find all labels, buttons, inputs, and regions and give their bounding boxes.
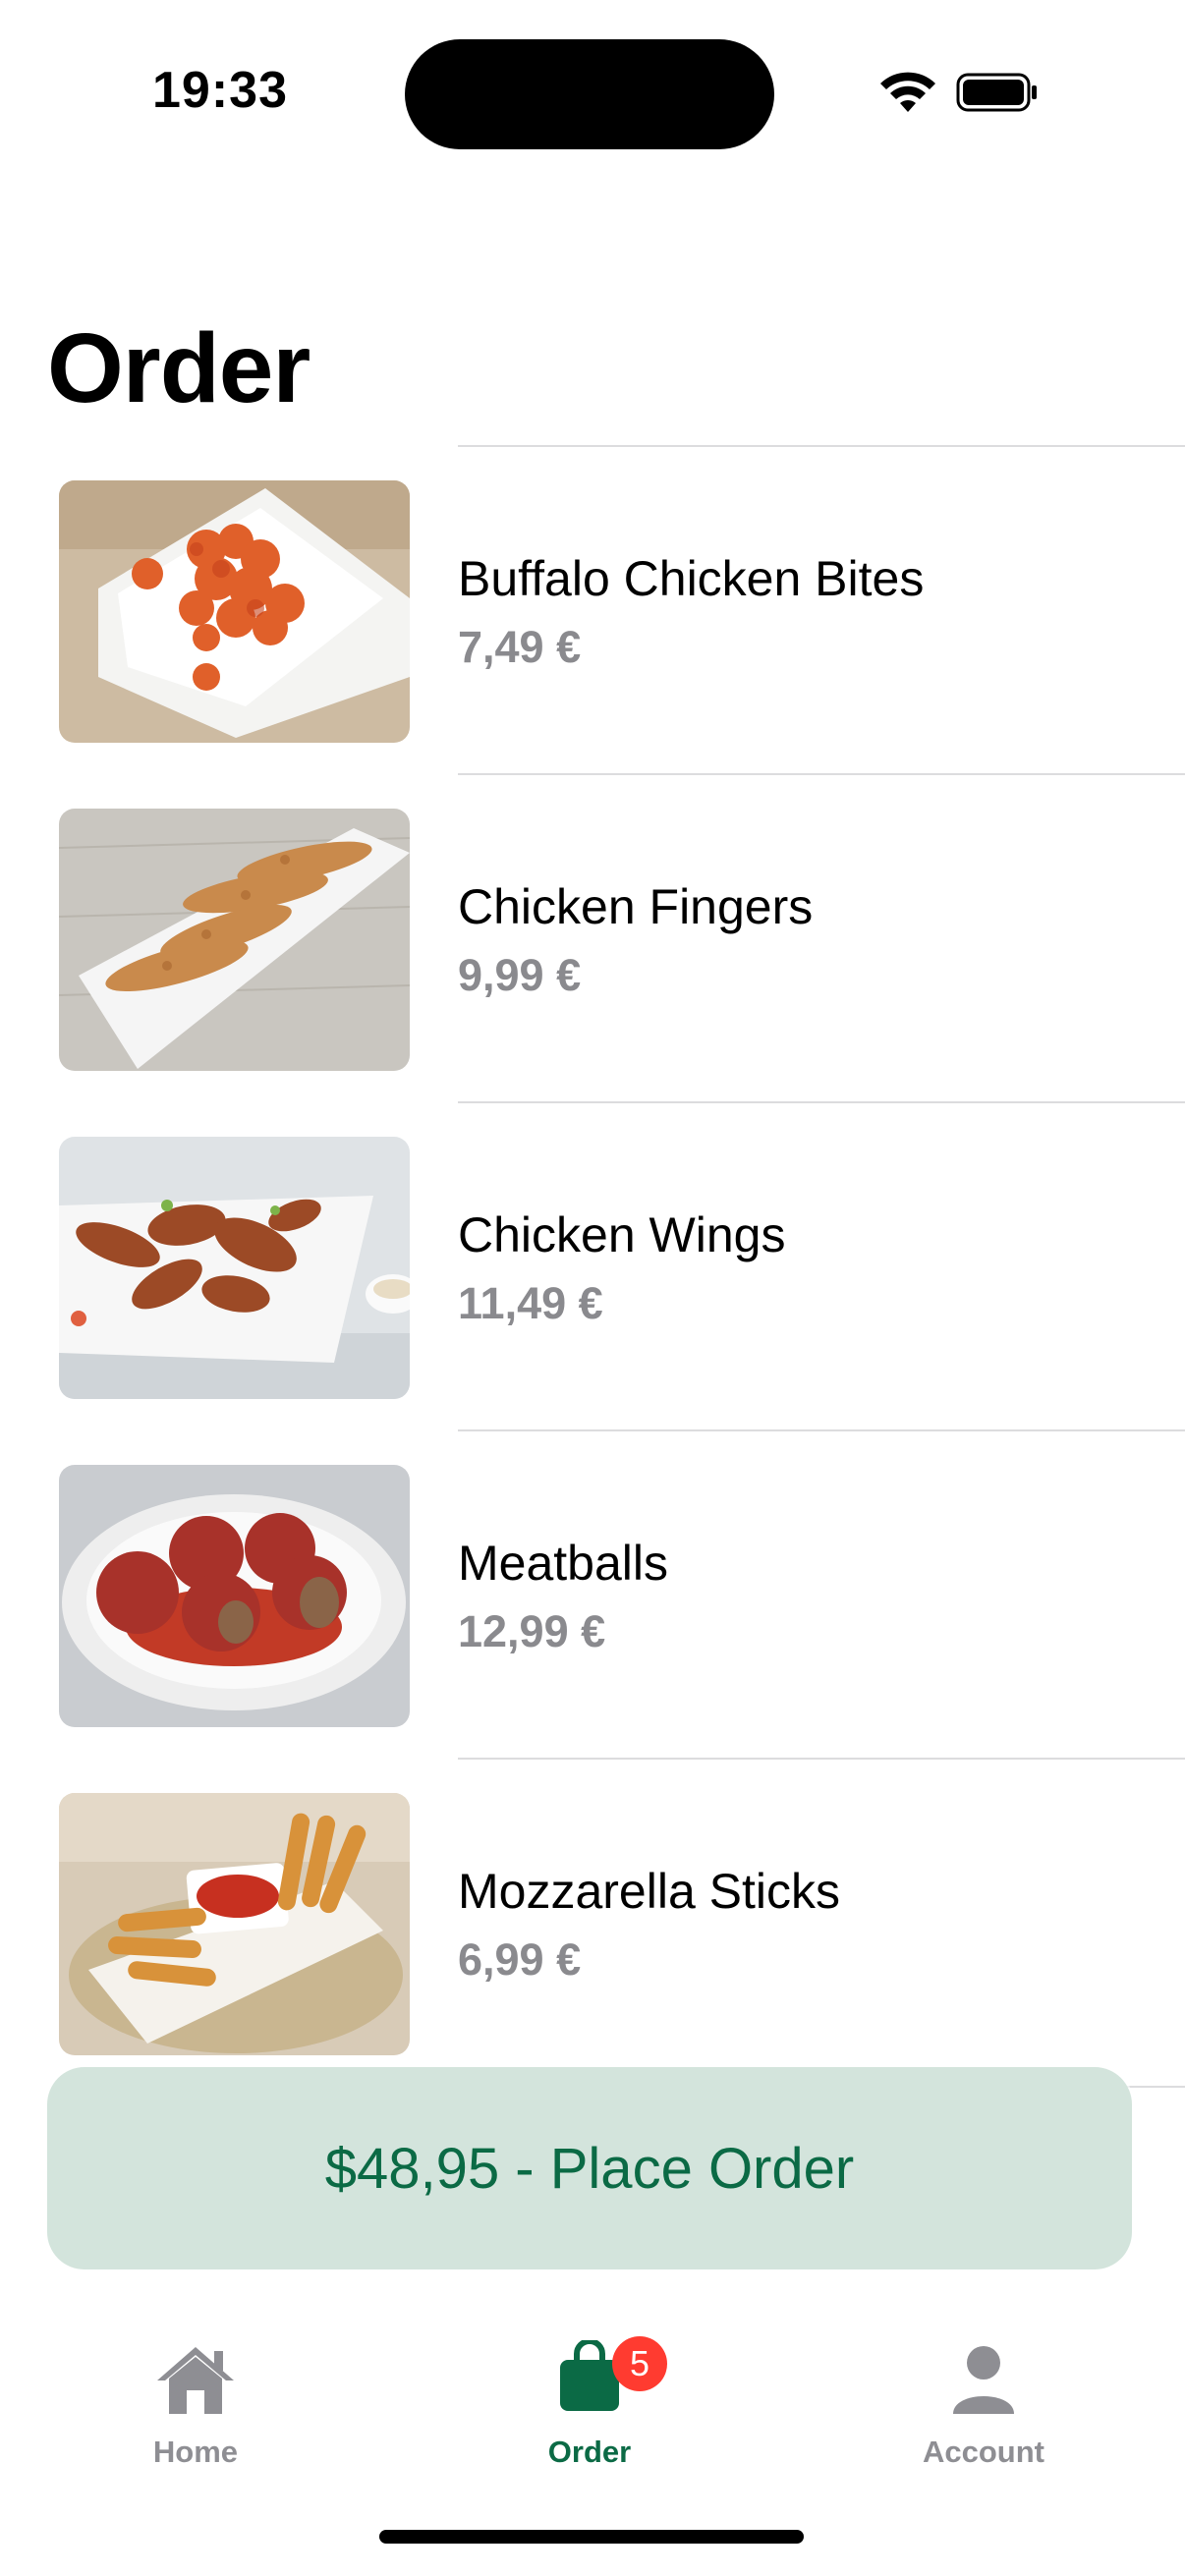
list-item[interactable]: Buffalo Chicken Bites 7,49 € (0, 447, 1185, 775)
shopping-bag-icon (560, 2340, 619, 2411)
tab-order[interactable]: 5 Order (442, 2299, 737, 2486)
item-price: 7,49 € (458, 622, 582, 672)
dynamic-island (405, 39, 774, 149)
person-icon (953, 2346, 1014, 2414)
item-price: 11,49 € (458, 1278, 603, 1328)
place-order-label: $48,95 - Place Order (324, 2136, 855, 2201)
item-name: Meatballs (458, 1536, 668, 1591)
chicken-fingers-image (59, 809, 410, 1071)
tab-bar: Home 5 Order Account (0, 2299, 1185, 2495)
house-icon (157, 2347, 234, 2414)
mozzarella-sticks-image (59, 1793, 410, 2055)
tab-account[interactable]: Account (836, 2299, 1131, 2486)
list-item[interactable]: Mozzarella Sticks 6,99 € (0, 1760, 1185, 2088)
buffalo-chicken-bites-image (59, 480, 410, 743)
status-time: 19:33 (152, 62, 288, 119)
home-indicator[interactable] (379, 2530, 804, 2544)
tab-home[interactable]: Home (48, 2299, 343, 2486)
meatballs-image (59, 1465, 410, 1727)
item-name: Chicken Fingers (458, 879, 814, 934)
item-name: Mozzarella Sticks (458, 1864, 840, 1919)
list-item[interactable]: Meatballs 12,99 € (0, 1431, 1185, 1760)
page-title: Order (47, 313, 310, 423)
order-count-badge: 5 (612, 2336, 667, 2391)
item-price: 6,99 € (458, 1934, 582, 1985)
tab-label: Account (923, 2435, 1044, 2469)
battery-icon (956, 73, 1037, 112)
tab-label: Order (547, 2435, 632, 2469)
tab-label: Home (152, 2435, 239, 2469)
item-name: Buffalo Chicken Bites (458, 551, 925, 606)
list-item[interactable]: Chicken Wings 11,49 € (0, 1103, 1185, 1431)
item-price: 9,99 € (458, 950, 582, 1000)
list-item[interactable]: Chicken Fingers 9,99 € (0, 775, 1185, 1103)
chicken-wings-image (59, 1137, 410, 1399)
wifi-icon (880, 72, 935, 112)
item-price: 12,99 € (458, 1606, 606, 1656)
place-order-button[interactable]: $48,95 - Place Order (47, 2067, 1132, 2269)
item-name: Chicken Wings (458, 1207, 786, 1262)
